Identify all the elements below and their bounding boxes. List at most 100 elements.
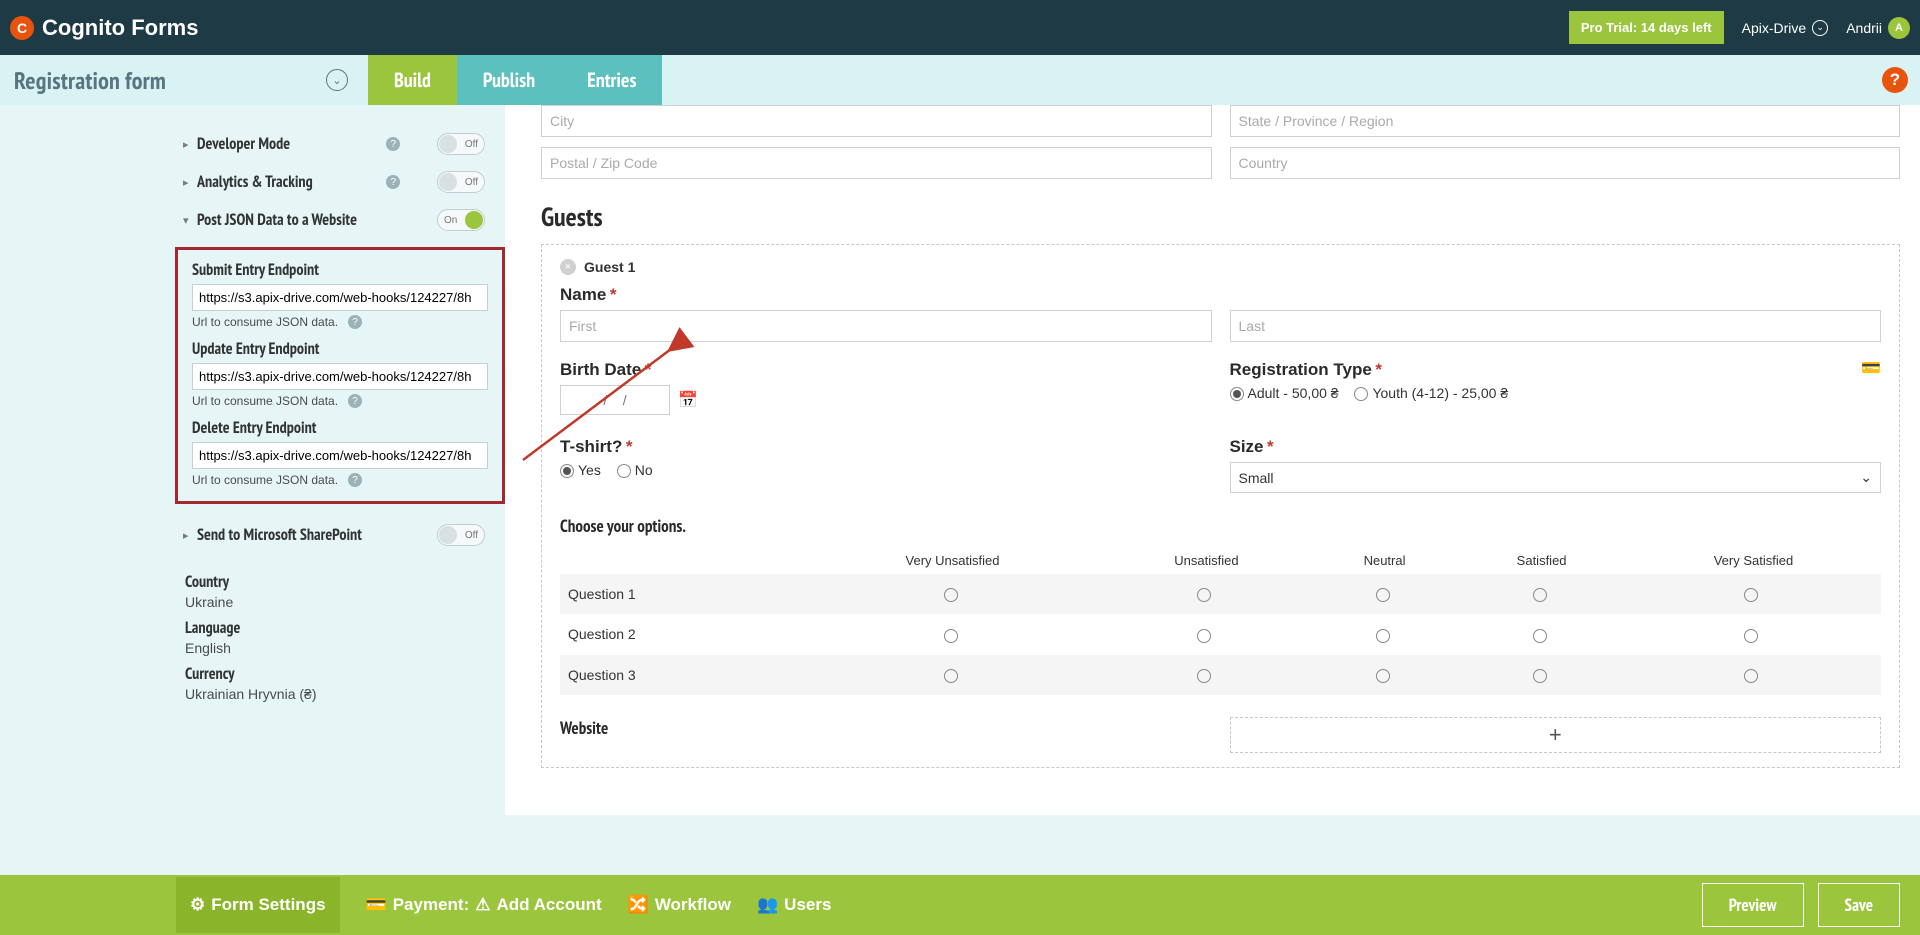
submit-endpoint-block: Submit Entry Endpoint Url to consume JSO… xyxy=(192,260,488,329)
footer-payment[interactable]: 💳Payment: ⚠Add Account xyxy=(366,895,602,915)
footer-form-settings[interactable]: ⚙Form Settings xyxy=(176,877,340,933)
rating-matrix: Very Unsatisfied Unsatisfied Neutral Sat… xyxy=(560,547,1881,695)
question-label: Question 2 xyxy=(560,614,804,654)
add-block-button[interactable]: + xyxy=(1230,717,1882,753)
size-select[interactable]: Small⌄ xyxy=(1230,462,1882,493)
chevron-down-icon: ⌄ xyxy=(1812,20,1828,36)
logo[interactable]: C Cognito Forms xyxy=(10,15,198,41)
tab-publish[interactable]: Publish xyxy=(457,55,561,105)
birth-date-label: Birth Date * xyxy=(560,358,1212,380)
credit-card-icon: 💳 xyxy=(1861,358,1881,378)
content: ▸ Developer Mode ? Off ▸ Analytics & Tra… xyxy=(0,105,1920,875)
matrix-radio[interactable] xyxy=(1533,629,1547,643)
country-input[interactable]: Country xyxy=(1230,147,1901,179)
birth-date-input[interactable] xyxy=(560,385,670,415)
org-dropdown[interactable]: Apix-Drive ⌄ xyxy=(1742,20,1829,36)
matrix-radio[interactable] xyxy=(1744,588,1758,602)
avatar: A xyxy=(1888,17,1910,39)
help-icon[interactable]: ? xyxy=(348,315,362,329)
delete-endpoint-input[interactable] xyxy=(192,442,488,469)
matrix-radio[interactable] xyxy=(1744,669,1758,683)
matrix-radio[interactable] xyxy=(944,588,958,602)
locale-label: Currency xyxy=(185,664,495,684)
calendar-icon[interactable]: 📅 xyxy=(678,390,698,410)
locale-value: English xyxy=(185,640,495,656)
matrix-radio[interactable] xyxy=(944,669,958,683)
setting-developer-mode[interactable]: ▸ Developer Mode ? Off xyxy=(175,125,505,163)
page-title: Registration form xyxy=(14,65,166,96)
setting-label: Developer Mode xyxy=(197,134,380,154)
matrix-header: Very Unsatisfied xyxy=(804,547,1101,574)
logo-text: Cognito Forms xyxy=(42,15,198,41)
pro-trial-badge[interactable]: Pro Trial: 14 days left xyxy=(1569,11,1724,44)
last-name-input[interactable]: Last xyxy=(1230,310,1882,342)
toggle-sharepoint[interactable]: Off xyxy=(437,524,485,546)
radio-youth[interactable] xyxy=(1354,387,1368,401)
user-menu[interactable]: Andrii A xyxy=(1846,17,1910,39)
chevron-down-icon: ⌄ xyxy=(1860,469,1872,486)
form-preview: City State / Province / Region Postal / … xyxy=(505,105,1920,815)
guest-number: Guest 1 xyxy=(584,259,635,275)
endpoint-hint: Url to consume JSON data.? xyxy=(192,473,488,487)
endpoint-hint: Url to consume JSON data.? xyxy=(192,315,488,329)
matrix-radio[interactable] xyxy=(1533,669,1547,683)
shuffle-icon: 🔀 xyxy=(628,895,649,915)
help-icon[interactable]: ? xyxy=(1882,67,1908,93)
toggle-analytics[interactable]: Off xyxy=(437,171,485,193)
zip-input[interactable]: Postal / Zip Code xyxy=(541,147,1212,179)
name-label: Name * xyxy=(560,283,1881,305)
endpoint-hint: Url to consume JSON data.? xyxy=(192,394,488,408)
user-name-label: Andrii xyxy=(1846,20,1882,36)
remove-guest-icon[interactable]: × xyxy=(560,259,576,275)
matrix-radio[interactable] xyxy=(1376,588,1390,602)
state-input[interactable]: State / Province / Region xyxy=(1230,105,1901,137)
setting-sharepoint[interactable]: ▸ Send to Microsoft SharePoint Off xyxy=(175,516,505,554)
footer-workflow[interactable]: 🔀Workflow xyxy=(628,895,731,915)
toggle-post-json[interactable]: On xyxy=(437,209,485,231)
setting-label: Send to Microsoft SharePoint xyxy=(197,525,397,545)
help-icon[interactable]: ? xyxy=(386,175,400,189)
logo-icon: C xyxy=(10,16,34,40)
size-label: Size * xyxy=(1230,435,1882,457)
matrix-radio[interactable] xyxy=(1376,629,1390,643)
main-tabs: Build Publish Entries xyxy=(368,55,663,105)
endpoint-label: Update Entry Endpoint xyxy=(192,339,488,359)
tab-build[interactable]: Build xyxy=(368,55,457,105)
submit-endpoint-input[interactable] xyxy=(192,284,488,311)
warning-icon: ⚠ xyxy=(475,895,490,915)
reg-type-label: Registration Type *💳 xyxy=(1230,358,1882,380)
setting-analytics[interactable]: ▸ Analytics & Tracking ? Off xyxy=(175,163,505,201)
help-icon[interactable]: ? xyxy=(348,473,362,487)
table-row: Question 3 xyxy=(560,655,1881,695)
matrix-radio[interactable] xyxy=(1197,588,1211,602)
matrix-radio[interactable] xyxy=(1197,669,1211,683)
locale-country: Country Ukraine Language English Currenc… xyxy=(175,566,505,716)
tab-entries[interactable]: Entries xyxy=(561,55,662,105)
help-icon[interactable]: ? xyxy=(386,137,400,151)
update-endpoint-input[interactable] xyxy=(192,363,488,390)
radio-adult[interactable] xyxy=(1230,387,1244,401)
city-input[interactable]: City xyxy=(541,105,1212,137)
endpoint-label: Submit Entry Endpoint xyxy=(192,260,488,280)
footer-users[interactable]: 👥Users xyxy=(757,895,831,915)
endpoints-highlight: Submit Entry Endpoint Url to consume JSO… xyxy=(175,247,505,504)
matrix-radio[interactable] xyxy=(1197,629,1211,643)
delete-endpoint-block: Delete Entry Endpoint Url to consume JSO… xyxy=(192,418,488,487)
table-row: Question 2 xyxy=(560,614,1881,654)
matrix-radio[interactable] xyxy=(1744,629,1758,643)
chevron-down-icon[interactable]: ⌄ xyxy=(326,69,348,91)
matrix-radio[interactable] xyxy=(1376,669,1390,683)
radio-tshirt-yes[interactable] xyxy=(560,464,574,478)
toggle-developer-mode[interactable]: Off xyxy=(437,133,485,155)
radio-tshirt-no[interactable] xyxy=(617,464,631,478)
users-icon: 👥 xyxy=(757,895,778,915)
matrix-radio[interactable] xyxy=(1533,588,1547,602)
save-button[interactable]: Save xyxy=(1818,883,1900,927)
setting-post-json[interactable]: ▾ Post JSON Data to a Website On xyxy=(175,201,505,239)
first-name-input[interactable]: First xyxy=(560,310,1212,342)
matrix-radio[interactable] xyxy=(944,629,958,643)
help-icon[interactable]: ? xyxy=(348,394,362,408)
preview-button[interactable]: Preview xyxy=(1702,883,1804,927)
website-label: Website xyxy=(560,717,1212,739)
guests-section-title: Guests xyxy=(541,201,1900,234)
